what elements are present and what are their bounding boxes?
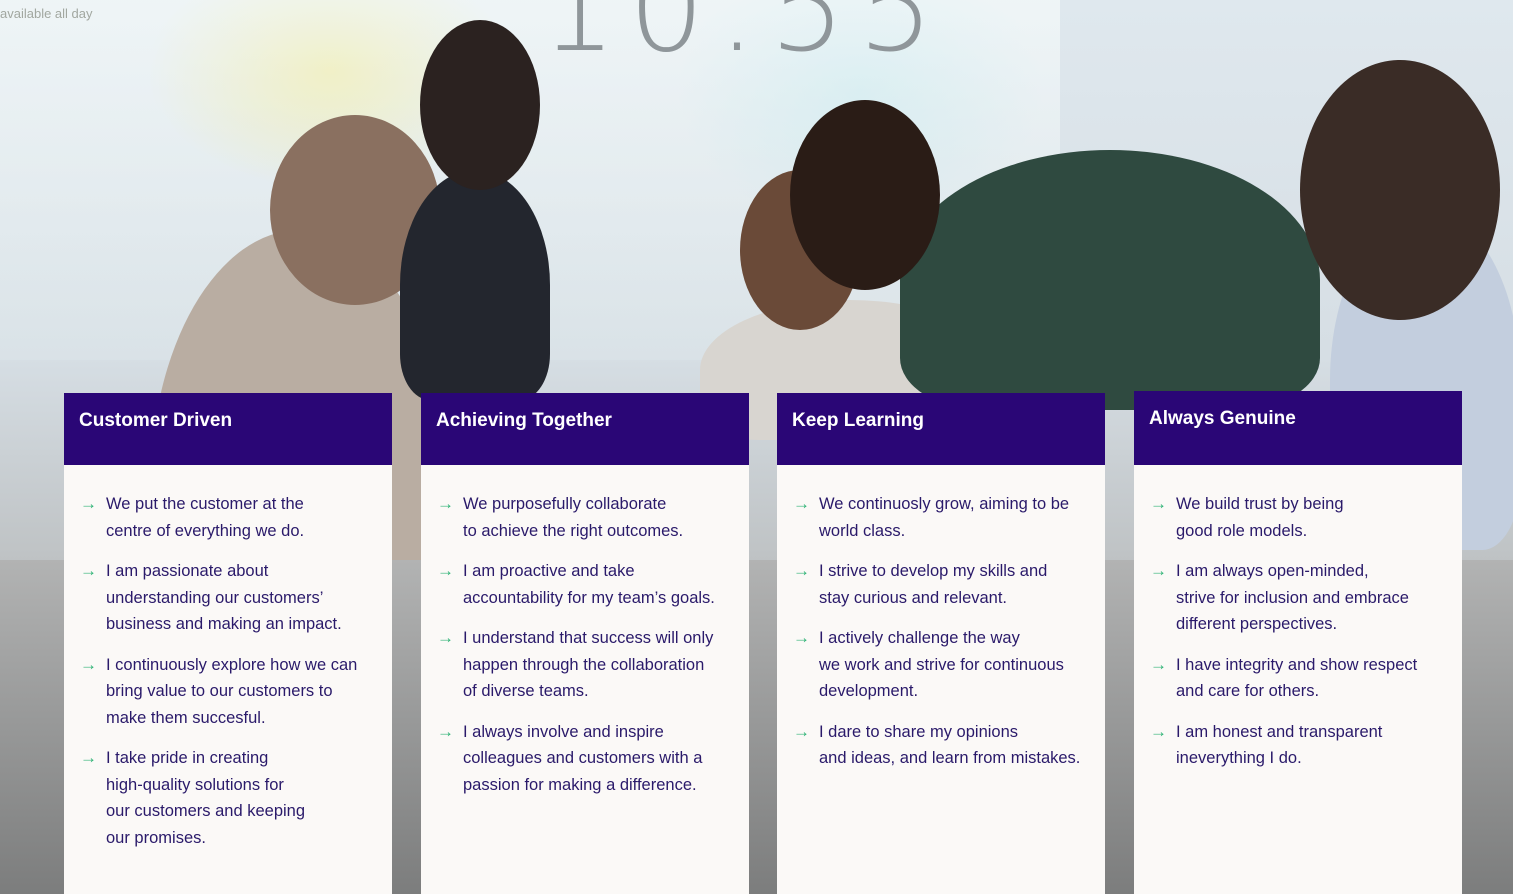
value-list: → We put the customer at the centre of ev… [64,465,392,851]
list-item-text: We purposefully collaborate to achieve t… [463,495,684,540]
card-header: Customer Driven [64,393,392,465]
arrow-right-icon: → [437,628,454,647]
person-silhouette [900,150,1320,410]
card-header: Keep Learning [777,393,1105,465]
value-card-keep-learning: Keep Learning → We continuosly grow, aimi… [777,393,1105,894]
card-title: Customer Driven [79,410,233,431]
person-head [1300,60,1500,320]
value-list: → We continuosly grow, aiming to be world… [777,465,1105,772]
list-item-text: I always involve and inspire colleagues … [463,722,703,794]
screen-clock-text: 10:55 [540,0,946,79]
arrow-right-icon: → [80,561,97,580]
card-header: Achieving Together [421,393,749,465]
list-item-text: We continuosly grow, aiming to be world … [819,495,1070,540]
screen-caption: available all day [0,6,93,21]
list-item: → I actively challenge the way we work an… [793,625,1091,705]
list-item-text: I actively challenge the way we work and… [819,629,1064,700]
arrow-right-icon: → [1150,561,1167,580]
arrow-right-icon: → [1150,494,1167,513]
arrow-right-icon: → [793,561,810,580]
value-card-achieving-together: Achieving Together → We purposefully coll… [421,393,749,894]
value-list: → We purposefully collaborate to achieve … [421,465,749,798]
arrow-right-icon: → [1150,654,1167,674]
card-title: Keep Learning [792,410,924,431]
arrow-right-icon: → [437,494,454,513]
person-head [790,100,940,290]
list-item: → We put the customer at the centre of ev… [80,491,378,544]
arrow-right-icon: → [793,494,810,513]
list-item-text: I take pride in creating high-quality so… [106,749,306,847]
card-title: Achieving Together [436,410,612,431]
list-item: → I am proactive and take accountability … [437,558,735,611]
list-item: → We purposefully collaborate to achieve … [437,491,735,544]
arrow-right-icon: → [437,721,454,741]
list-item-text: I strive to develop my skills and stay c… [819,562,1048,607]
list-item-text: We put the customer at the centre of eve… [106,495,305,540]
list-item: → I am always open-minded, strive for inc… [1150,558,1448,638]
list-item-text: I am proactive and take accountability f… [463,562,715,607]
arrow-right-icon: → [437,561,454,580]
list-item-text: I dare to share my opinions and ideas, a… [819,722,1081,768]
card-title: Always Genuine [1149,408,1296,429]
list-item: → We continuosly grow, aiming to be world… [793,491,1091,544]
value-card-customer-driven: Customer Driven → We put the customer at … [64,393,392,894]
list-item: → I take pride in creating high-quality s… [80,745,378,851]
list-item-text: I am passionate about understanding our … [106,562,342,633]
value-list: → We build trust by being good role model… [1134,465,1462,772]
arrow-right-icon: → [793,721,810,741]
list-item: → I am passionate about understanding our… [80,558,378,638]
arrow-right-icon: → [80,494,97,513]
person-silhouette [400,170,550,400]
list-item: → I have integrity and show respect and c… [1150,652,1448,705]
list-item: → We build trust by being good role model… [1150,491,1448,544]
list-item-text: I continuously explore how we can bring … [106,655,358,727]
list-item-text: I am honest and transparent ineverything… [1176,722,1383,768]
list-item: → I strive to develop my skills and stay … [793,558,1091,611]
arrow-right-icon: → [1150,721,1167,741]
list-item: → I always involve and inspire colleagues… [437,719,735,799]
card-header: Always Genuine [1134,391,1462,465]
person-head [420,20,540,190]
list-item-text: I am always open-minded, strive for incl… [1176,562,1409,633]
list-item: → I continuously explore how we can bring… [80,652,378,732]
list-item-text: We build trust by being good role models… [1176,495,1344,540]
value-card-always-genuine: Always Genuine → We build trust by being … [1134,391,1462,894]
list-item: → I understand that success will only hap… [437,625,735,705]
list-item-text: I understand that success will only happ… [463,629,714,700]
arrow-right-icon: → [793,628,810,647]
list-item: → I am honest and transparent ineverythin… [1150,719,1448,772]
arrow-right-icon: → [80,748,97,767]
list-item-text: I have integrity and show respect and ca… [1176,655,1418,701]
arrow-right-icon: → [80,654,97,674]
list-item: → I dare to share my opinions and ideas, … [793,719,1091,772]
